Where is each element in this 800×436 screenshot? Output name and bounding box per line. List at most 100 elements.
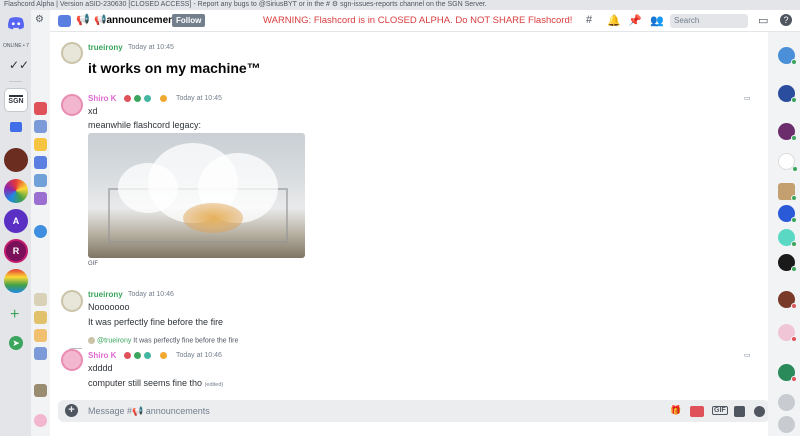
- channel-icon[interactable]: [34, 329, 47, 342]
- status-dot: [791, 217, 797, 223]
- megaphone-icon: 📢: [76, 14, 90, 26]
- member-avatar[interactable]: [778, 47, 797, 65]
- member-avatar[interactable]: [778, 364, 797, 382]
- search-input[interactable]: Search: [670, 14, 748, 28]
- gif-attachment[interactable]: [88, 133, 305, 258]
- reply-text: It was perfectly fine before the fire: [133, 337, 239, 345]
- message-composer[interactable]: + Message #📢 announcements 🎁 GIF: [58, 400, 770, 422]
- gif-button[interactable]: GIF: [712, 406, 728, 415]
- help-icon[interactable]: ?: [780, 14, 792, 26]
- role-badge-icon: [134, 352, 141, 359]
- edited-label: (edited): [204, 382, 224, 388]
- server-rail: ONLINE • 7 ✓✓ SGN A R + ➤: [0, 10, 31, 436]
- discord-home-icon[interactable]: [6, 16, 26, 30]
- server-sgn[interactable]: SGN: [4, 88, 28, 112]
- avatar[interactable]: [61, 42, 83, 64]
- message-author[interactable]: trueirony: [88, 290, 123, 299]
- message-author[interactable]: Shiro K: [88, 351, 116, 360]
- pin-icon[interactable]: 📌: [628, 14, 642, 27]
- status-dot: [791, 195, 797, 201]
- reply-preview[interactable]: @trueirony It was perfectly fine before …: [88, 337, 238, 344]
- channel-icon[interactable]: [34, 293, 47, 306]
- message-timestamp: Today at 10:45: [128, 44, 174, 51]
- channel-icon[interactable]: [34, 138, 47, 151]
- message-timestamp: Today at 10:45: [176, 95, 222, 102]
- user-avatar[interactable]: [34, 414, 47, 427]
- channel-list: ⚙: [31, 10, 50, 436]
- members-icon[interactable]: 👥: [650, 14, 664, 27]
- message-timestamp: Today at 10:46: [128, 291, 174, 298]
- follow-button[interactable]: Follow: [172, 14, 206, 27]
- message-input[interactable]: Message #📢 announcements: [88, 406, 210, 417]
- message-timestamp: Today at 10:46: [176, 352, 222, 359]
- threads-icon[interactable]: #: [586, 14, 592, 26]
- smoke: [118, 163, 178, 213]
- member-avatar[interactable]: [778, 183, 797, 201]
- divider: [9, 81, 22, 82]
- member-avatar[interactable]: [778, 254, 797, 272]
- role-badge-icon: [124, 95, 131, 102]
- channel-icon[interactable]: [34, 192, 47, 205]
- message-options-icon[interactable]: ▭: [744, 351, 751, 359]
- member-avatar[interactable]: [778, 291, 797, 309]
- channel-icon[interactable]: [34, 174, 47, 187]
- server-icon[interactable]: [4, 269, 28, 293]
- attach-plus-icon[interactable]: +: [65, 404, 78, 417]
- explore-icon[interactable]: ➤: [9, 336, 23, 350]
- server-icon[interactable]: [4, 179, 28, 203]
- member-avatar[interactable]: [778, 85, 797, 103]
- avatar[interactable]: [61, 290, 83, 312]
- window-title: Flashcord Alpha | Version aSID-230630 [C…: [0, 0, 800, 10]
- role-badge-icon: [144, 95, 151, 102]
- tools-icon[interactable]: [34, 384, 47, 397]
- member-avatar[interactable]: [778, 416, 795, 433]
- channel-type-icon: [58, 15, 71, 27]
- message-author[interactable]: trueirony: [88, 43, 123, 52]
- crown-icon: [160, 95, 167, 102]
- member-avatar[interactable]: [778, 394, 795, 411]
- double-check-icon[interactable]: ✓✓: [9, 58, 29, 72]
- member-avatar[interactable]: [778, 153, 798, 172]
- message-text: Nooooooo: [88, 302, 130, 312]
- message-text: xdddd: [88, 363, 113, 373]
- role-badge-icon: [124, 352, 131, 359]
- sticker-icon[interactable]: [690, 406, 704, 417]
- avatar[interactable]: [61, 349, 83, 371]
- role-badge-icon: [144, 352, 151, 359]
- avatar[interactable]: [61, 94, 83, 116]
- globe-icon[interactable]: [34, 225, 47, 238]
- message-author[interactable]: Shiro K: [88, 94, 116, 103]
- server-icon[interactable]: [4, 148, 28, 172]
- server-icon[interactable]: A: [4, 209, 28, 233]
- member-avatar[interactable]: [778, 205, 797, 223]
- member-avatar[interactable]: [778, 324, 797, 342]
- bell-icon[interactable]: 🔔: [607, 14, 621, 27]
- member-avatar[interactable]: [778, 123, 797, 141]
- message-text: computer still seems fine tho (edited): [88, 378, 223, 388]
- member-avatar[interactable]: [778, 229, 797, 247]
- status-dot: [791, 97, 797, 103]
- message-text: it works on my machine™: [88, 60, 261, 76]
- channel-icon[interactable]: [34, 102, 47, 115]
- role-badge-icon: [134, 95, 141, 102]
- fire: [183, 203, 243, 233]
- message-list: trueirony Today at 10:45 it works on my …: [50, 32, 768, 394]
- add-server-icon[interactable]: +: [10, 307, 19, 323]
- channel-icon[interactable]: [34, 120, 47, 133]
- crown-icon: [160, 352, 167, 359]
- channel-icon[interactable]: [34, 156, 47, 169]
- channel-icon[interactable]: [34, 347, 47, 360]
- folder-icon[interactable]: [10, 122, 22, 132]
- channel-icon[interactable]: [34, 311, 47, 324]
- server-icon[interactable]: R: [4, 239, 28, 263]
- sticker-picker-icon[interactable]: [734, 406, 745, 417]
- status-dot: [791, 135, 797, 141]
- message-text: xd: [88, 106, 98, 116]
- message-options-icon[interactable]: ▭: [744, 94, 751, 102]
- settings-gear-icon[interactable]: ⚙: [35, 14, 44, 25]
- reply-author[interactable]: @trueirony: [97, 337, 131, 344]
- emoji-icon[interactable]: [754, 406, 765, 417]
- gift-icon[interactable]: 🎁: [670, 405, 681, 416]
- inbox-icon[interactable]: ▭: [758, 14, 768, 27]
- message-text: meanwhile flashcord legacy:: [88, 120, 202, 130]
